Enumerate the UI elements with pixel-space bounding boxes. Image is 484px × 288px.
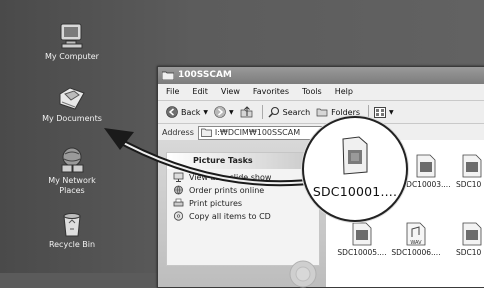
zoom-callout[interactable]: SDC10001....: [302, 116, 408, 222]
desktop: My Computer My Documents My Network Plac…: [0, 0, 484, 288]
zoom-file-name: SDC10001....: [312, 184, 398, 199]
image-file-icon: [342, 136, 368, 175]
drag-arrow-icon: [104, 128, 326, 187]
